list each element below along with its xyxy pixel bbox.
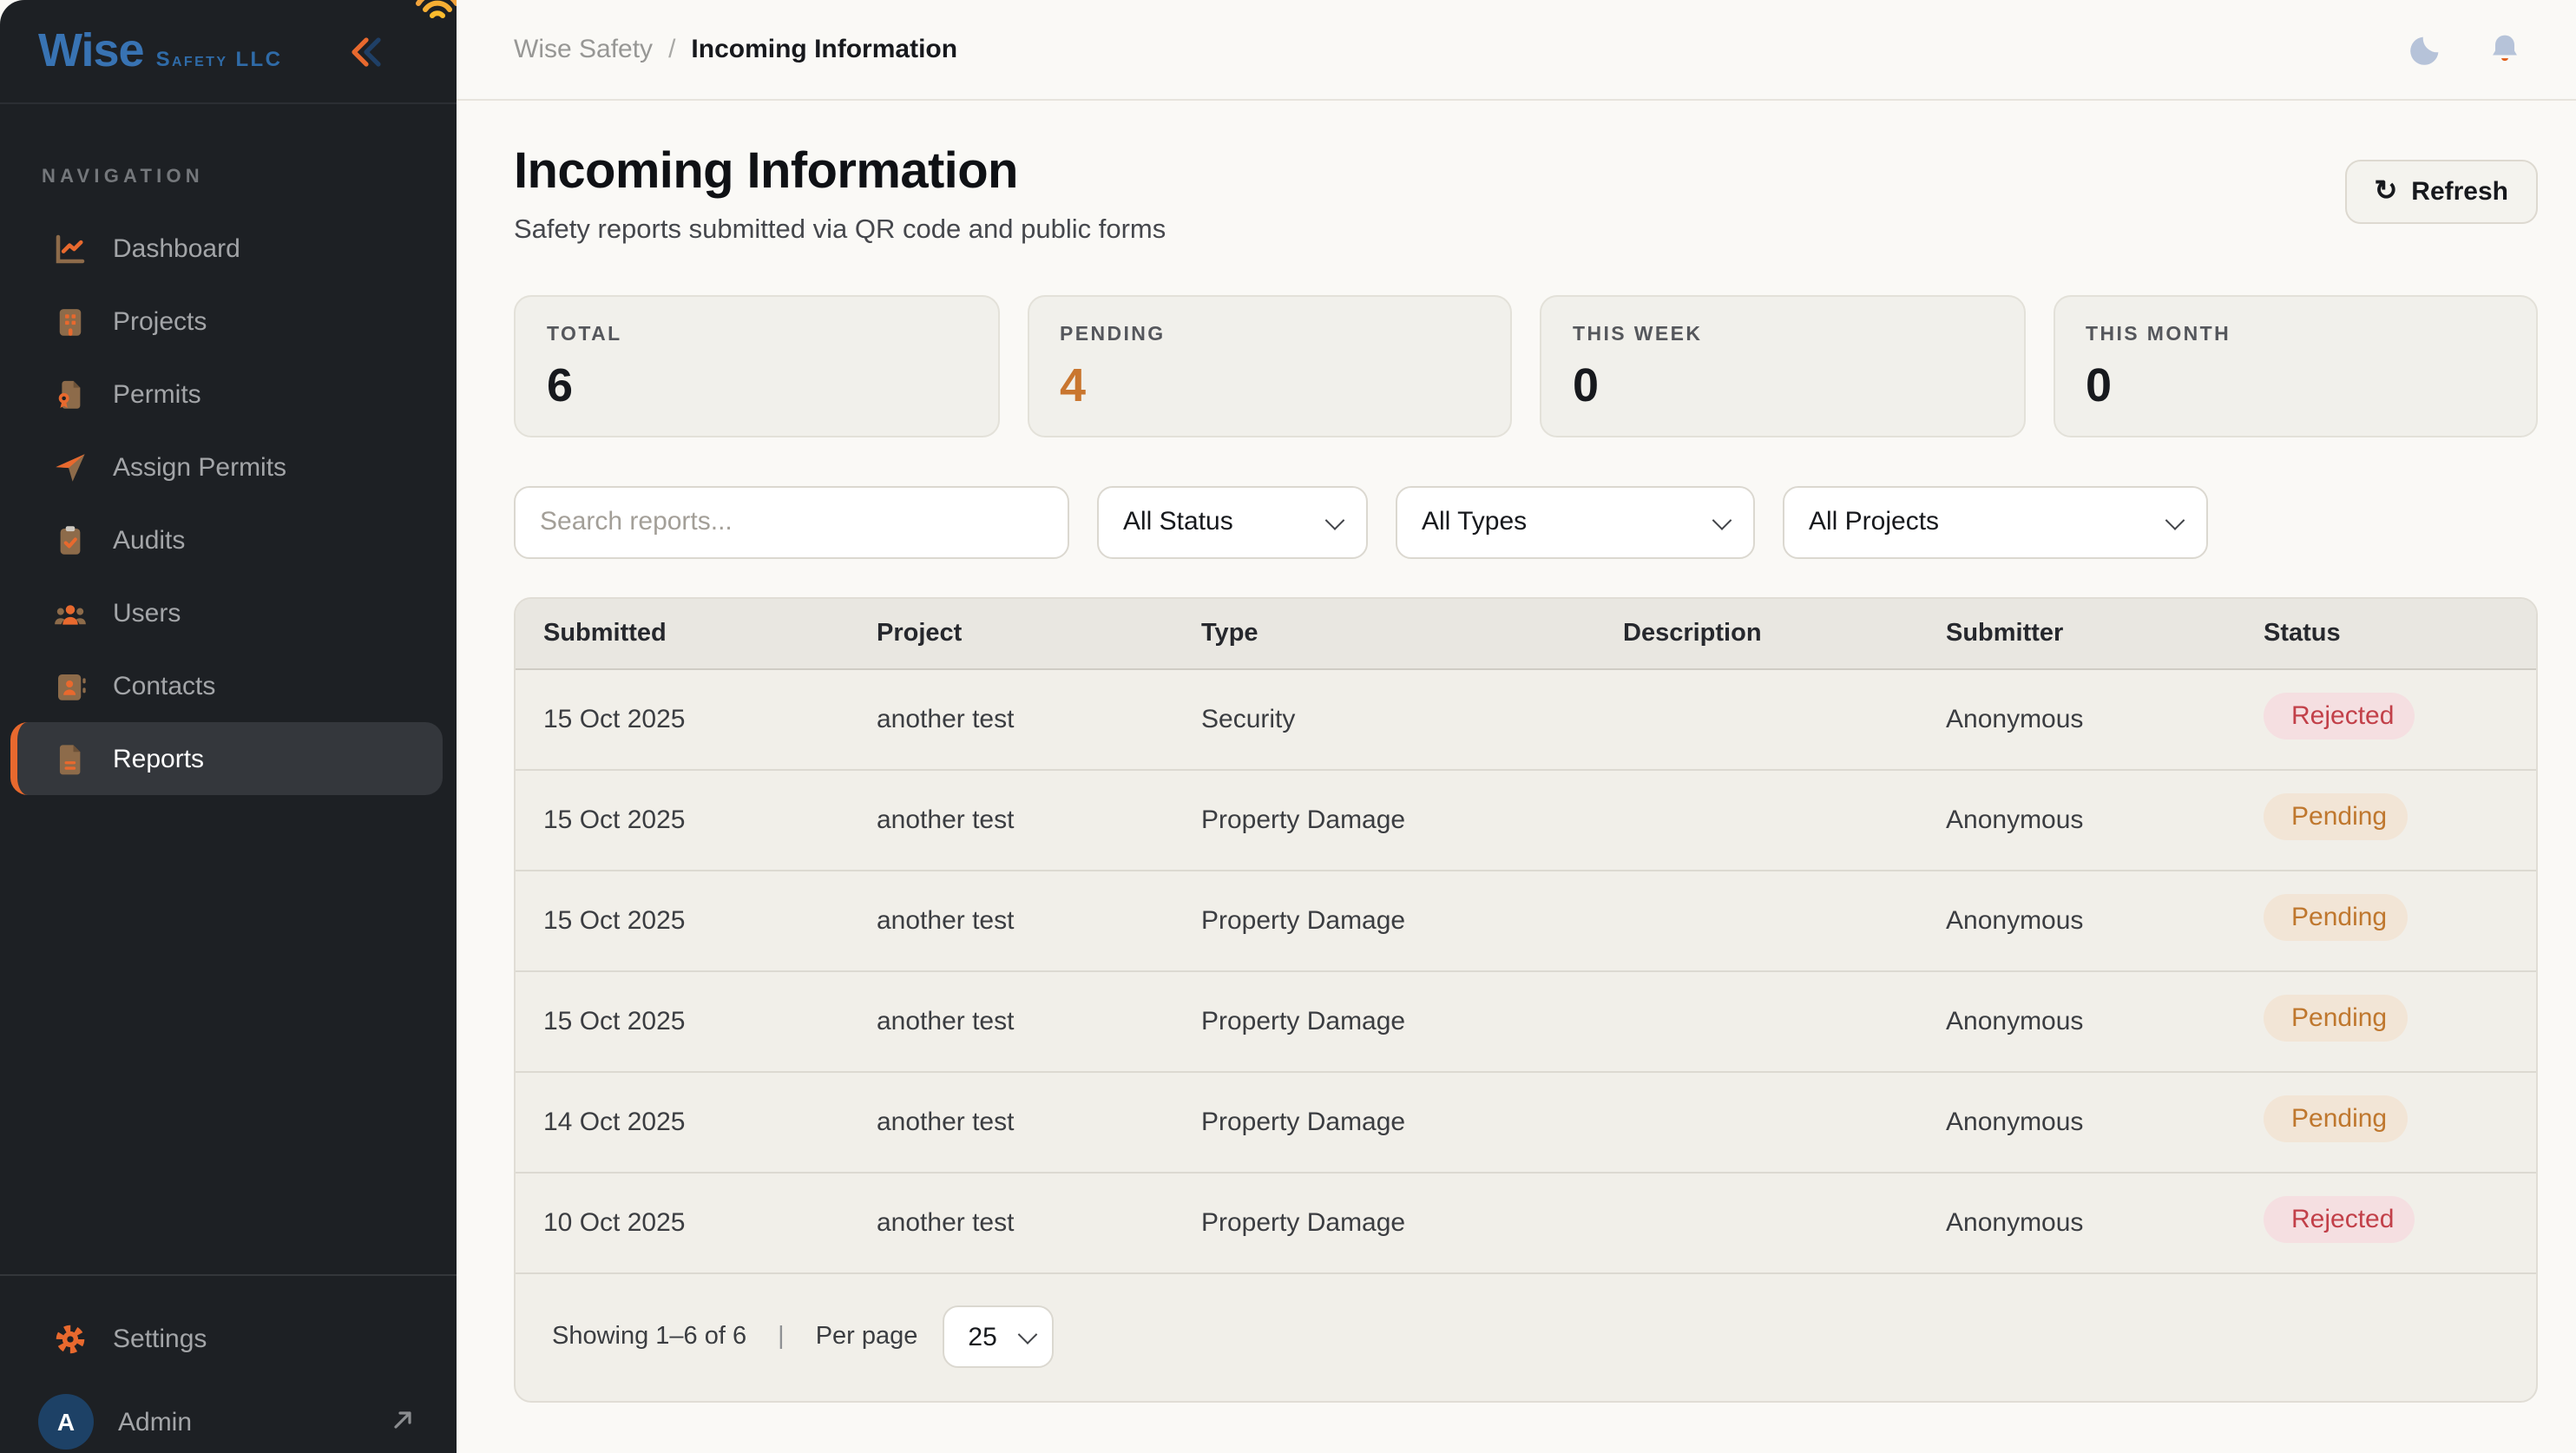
title-row: Incoming Information Safety reports subm… [514, 146, 2538, 247]
main-area: Wise Safety / Incoming Information [457, 0, 2576, 1453]
sidebar-header: Wise Safety LLC [0, 0, 457, 104]
page-subtitle: Safety reports submitted via QR code and… [514, 215, 1166, 247]
brand-word: Wise [38, 24, 144, 78]
status-badge: Rejected [2264, 1196, 2415, 1243]
refresh-button[interactable]: ↻ Refresh [2344, 160, 2538, 224]
col-submitted: Submitted [516, 620, 849, 648]
status-filter-select[interactable]: All Status [1097, 486, 1368, 559]
sidebar-collapse-button[interactable] [345, 30, 391, 75]
sidebar-item-audits[interactable]: Audits [10, 503, 443, 576]
notifications-bell-icon[interactable] [2482, 27, 2527, 72]
stat-card-total: TOTAL 6 [514, 295, 999, 437]
document-lines-icon [52, 740, 89, 777]
status-badge: Pending [2264, 995, 2408, 1042]
stat-value-total: 6 [547, 359, 966, 413]
footer-separator: | [778, 1324, 785, 1351]
col-submitter: Submitter [1918, 620, 2236, 648]
page-title: Incoming Information [514, 146, 1166, 201]
col-status: Status [2236, 620, 2536, 648]
page-content: Incoming Information Safety reports subm… [457, 101, 2576, 1403]
showing-count: Showing 1–6 of 6 [552, 1324, 746, 1351]
per-page-select[interactable]: 25 [942, 1306, 1053, 1369]
col-description: Description [1595, 620, 1918, 648]
table-header: Submitted Project Type Description Submi… [516, 599, 2536, 670]
clipboard-check-icon [52, 522, 89, 558]
sidebar-user-admin[interactable]: A Admin [0, 1377, 457, 1453]
paper-plane-icon [52, 449, 89, 485]
stat-card-pending: PENDING 4 [1027, 295, 1512, 437]
brand-suffix: Safety LLC [156, 47, 283, 71]
status-badge: Pending [2264, 1095, 2408, 1142]
sidebar: Wise Safety LLC NAVIGATION [0, 0, 457, 1453]
type-filter-select[interactable]: All Types [1396, 486, 1755, 559]
search-input[interactable] [514, 486, 1069, 559]
stat-value-this-week: 0 [1573, 359, 1992, 413]
table-row[interactable]: 15 Oct 2025 another test Property Damage… [516, 771, 2536, 871]
stats-row: TOTAL 6 PENDING 4 THIS WEEK 0 THIS MONTH… [514, 295, 2538, 437]
sidebar-item-settings[interactable]: Settings [0, 1300, 457, 1377]
topbar-actions [2402, 27, 2527, 72]
reports-table: Submitted Project Type Description Submi… [514, 597, 2538, 1403]
document-badge-icon [52, 376, 89, 412]
per-page-control: 25 [942, 1306, 1053, 1369]
sidebar-item-projects[interactable]: Projects [10, 285, 443, 358]
contact-card-icon [52, 667, 89, 704]
sidebar-item-reports[interactable]: Reports [10, 722, 443, 795]
avatar: A [38, 1394, 94, 1450]
nav-list: Dashboard Projects [0, 212, 457, 795]
project-filter-select[interactable]: All Projects [1783, 486, 2208, 559]
stat-card-this-month: THIS MONTH 0 [2053, 295, 2538, 437]
chart-line-icon [52, 230, 89, 266]
table-row[interactable]: 15 Oct 2025 another test Property Damage… [516, 972, 2536, 1073]
stat-card-this-week: THIS WEEK 0 [1540, 295, 2025, 437]
sidebar-item-contacts[interactable]: Contacts [10, 649, 443, 722]
dark-mode-moon-icon[interactable] [2402, 27, 2448, 72]
status-badge: Pending [2264, 894, 2408, 941]
status-badge: Rejected [2264, 693, 2415, 740]
building-icon [52, 303, 89, 339]
wifi-arcs-icon [411, 0, 457, 28]
brand-logo: Wise Safety LLC [38, 24, 282, 78]
sidebar-item-permits[interactable]: Permits [10, 358, 443, 431]
table-row[interactable]: 14 Oct 2025 another test Property Damage… [516, 1073, 2536, 1174]
sidebar-item-assign-permits[interactable]: Assign Permits [10, 431, 443, 503]
stat-value-this-month: 0 [2086, 359, 2505, 413]
gear-icon [52, 1320, 89, 1357]
col-type: Type [1173, 620, 1595, 648]
col-project: Project [849, 620, 1173, 648]
app-window: Wise Safety LLC NAVIGATION [0, 0, 2576, 1453]
users-icon [52, 595, 89, 631]
stat-value-pending: 4 [1060, 359, 1479, 413]
project-filter: All Projects [1783, 486, 2208, 559]
table-row[interactable]: 15 Oct 2025 another test Security Anonym… [516, 670, 2536, 771]
breadcrumb-current: Incoming Information [691, 35, 957, 64]
topbar: Wise Safety / Incoming Information [457, 0, 2576, 101]
sidebar-footer: Settings A Admin [0, 1274, 457, 1453]
table-footer: Showing 1–6 of 6 | Per page 25 [516, 1274, 2536, 1401]
sidebar-item-dashboard[interactable]: Dashboard [10, 212, 443, 285]
status-badge: Pending [2264, 793, 2408, 840]
breadcrumb-parent[interactable]: Wise Safety [514, 35, 653, 64]
per-page-label: Per page [816, 1324, 918, 1351]
type-filter: All Types [1396, 486, 1755, 559]
refresh-icon: ↻ [2374, 178, 2397, 206]
filters-row: All Status All Types All Projects [514, 486, 2538, 559]
status-filter: All Status [1097, 486, 1368, 559]
breadcrumb-separator: / [668, 35, 675, 64]
table-row[interactable]: 15 Oct 2025 another test Property Damage… [516, 871, 2536, 972]
table-row[interactable]: 10 Oct 2025 another test Property Damage… [516, 1174, 2536, 1274]
breadcrumb: Wise Safety / Incoming Information [514, 35, 957, 64]
external-link-arrow-icon [391, 1407, 415, 1437]
nav-section-label: NAVIGATION [0, 104, 457, 187]
sidebar-item-users[interactable]: Users [10, 576, 443, 649]
